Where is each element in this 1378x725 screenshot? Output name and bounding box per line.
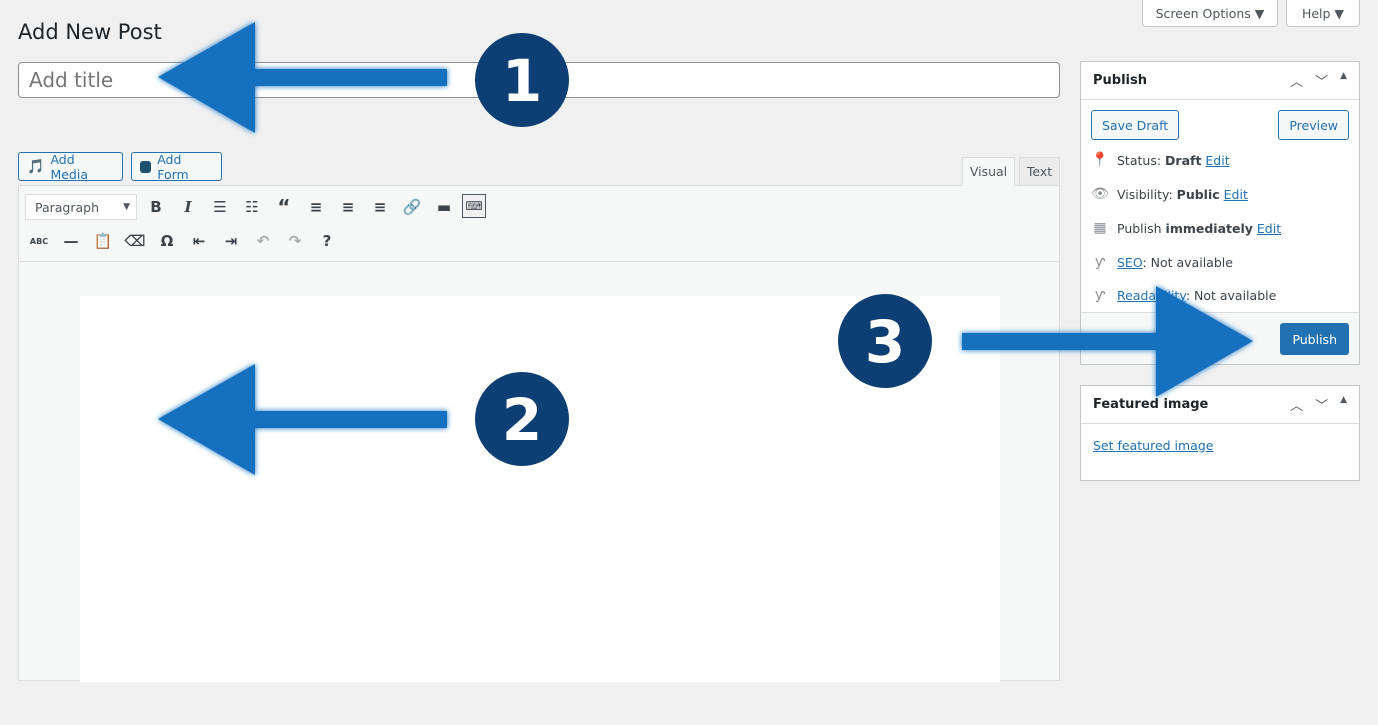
tab-text[interactable]: Text xyxy=(1019,157,1060,186)
read-more-icon[interactable]: ▬ xyxy=(432,195,456,219)
page-title: Add New Post xyxy=(18,20,162,44)
edit-visibility-link[interactable]: Edit xyxy=(1224,187,1248,202)
publish-button[interactable]: Publish xyxy=(1280,323,1349,355)
featured-image-box: Featured image ︿ ﹀ ▲ Set featured image xyxy=(1080,385,1360,481)
align-right-icon[interactable]: ≡ xyxy=(368,195,392,219)
chevron-up-icon[interactable]: ︿ xyxy=(1290,395,1303,414)
special-character-icon[interactable]: Ω xyxy=(155,229,179,253)
screen-options-button[interactable]: Screen Options ▼ xyxy=(1142,0,1278,27)
pin-icon: 📍 xyxy=(1091,152,1109,168)
set-featured-image-link[interactable]: Set featured image xyxy=(1093,438,1213,453)
add-media-button[interactable]: 🎵 Add Media xyxy=(18,152,123,182)
editor: Paragraph ▼ B I ☰ ☷ “ ≡ ≡ ≡ 🔗 ▬ ⌨ ABC — 📋… xyxy=(18,185,1060,682)
align-left-icon[interactable]: ≡ xyxy=(304,195,328,219)
yoast-icon: ƴ xyxy=(1094,254,1106,270)
paste-text-icon[interactable]: 📋 xyxy=(91,229,115,253)
indent-icon[interactable]: ⇥ xyxy=(219,229,243,253)
italic-icon[interactable]: I xyxy=(176,195,200,219)
readability-link[interactable]: Readability xyxy=(1117,288,1186,303)
calendar-icon: ▦ xyxy=(1093,220,1107,236)
publish-box: Publish ︿ ﹀ ▲ Save Draft Preview 📍 Status: D… xyxy=(1080,61,1360,365)
media-icon: 🎵 xyxy=(27,158,45,175)
form-icon xyxy=(140,160,152,173)
numbered-list-icon[interactable]: ☷ xyxy=(240,195,264,219)
publish-actions: Publish xyxy=(1081,312,1359,364)
horizontal-line-icon[interactable]: — xyxy=(59,229,83,253)
bold-icon[interactable]: B xyxy=(144,195,168,219)
redo-icon[interactable]: ↷ xyxy=(283,229,307,253)
tab-visual[interactable]: Visual xyxy=(962,157,1015,186)
align-center-icon[interactable]: ≡ xyxy=(336,195,360,219)
bullet-list-icon[interactable]: ☰ xyxy=(208,195,232,219)
format-select[interactable]: Paragraph ▼ xyxy=(25,194,137,220)
chevron-up-icon[interactable]: ︿ xyxy=(1290,71,1303,90)
clear-formatting-icon[interactable]: ⌫ xyxy=(123,229,147,253)
preview-button[interactable]: Preview xyxy=(1278,110,1349,140)
help-button[interactable]: Help ▼ xyxy=(1286,0,1360,27)
outdent-icon[interactable]: ⇤ xyxy=(187,229,211,253)
eye-icon: 👁 xyxy=(1091,186,1109,202)
link-icon[interactable]: 🔗 xyxy=(400,195,424,219)
yoast-icon: ƴ xyxy=(1094,287,1106,303)
chevron-down-icon[interactable]: ﹀ xyxy=(1315,71,1328,90)
seo-link[interactable]: SEO xyxy=(1117,255,1142,270)
chevron-down-icon: ▼ xyxy=(123,202,130,212)
content-area[interactable] xyxy=(80,296,1000,682)
strikethrough-icon[interactable]: ABC xyxy=(27,229,51,253)
title-input[interactable] xyxy=(18,62,1060,98)
edit-date-link[interactable]: Edit xyxy=(1257,221,1281,236)
blockquote-icon[interactable]: “ xyxy=(272,195,296,219)
toolbar-toggle-icon[interactable]: ⌨ xyxy=(462,194,486,218)
add-form-button[interactable]: Add Form xyxy=(131,152,222,182)
help-icon[interactable]: ? xyxy=(315,229,339,253)
toggle-arrow-icon[interactable]: ▲ xyxy=(1340,71,1347,90)
undo-icon[interactable]: ↶ xyxy=(251,229,275,253)
toolbar-divider xyxy=(19,261,1059,262)
edit-status-link[interactable]: Edit xyxy=(1205,153,1229,168)
save-draft-button[interactable]: Save Draft xyxy=(1091,110,1180,140)
chevron-down-icon[interactable]: ﹀ xyxy=(1315,395,1328,414)
toggle-arrow-icon[interactable]: ▲ xyxy=(1340,395,1347,414)
